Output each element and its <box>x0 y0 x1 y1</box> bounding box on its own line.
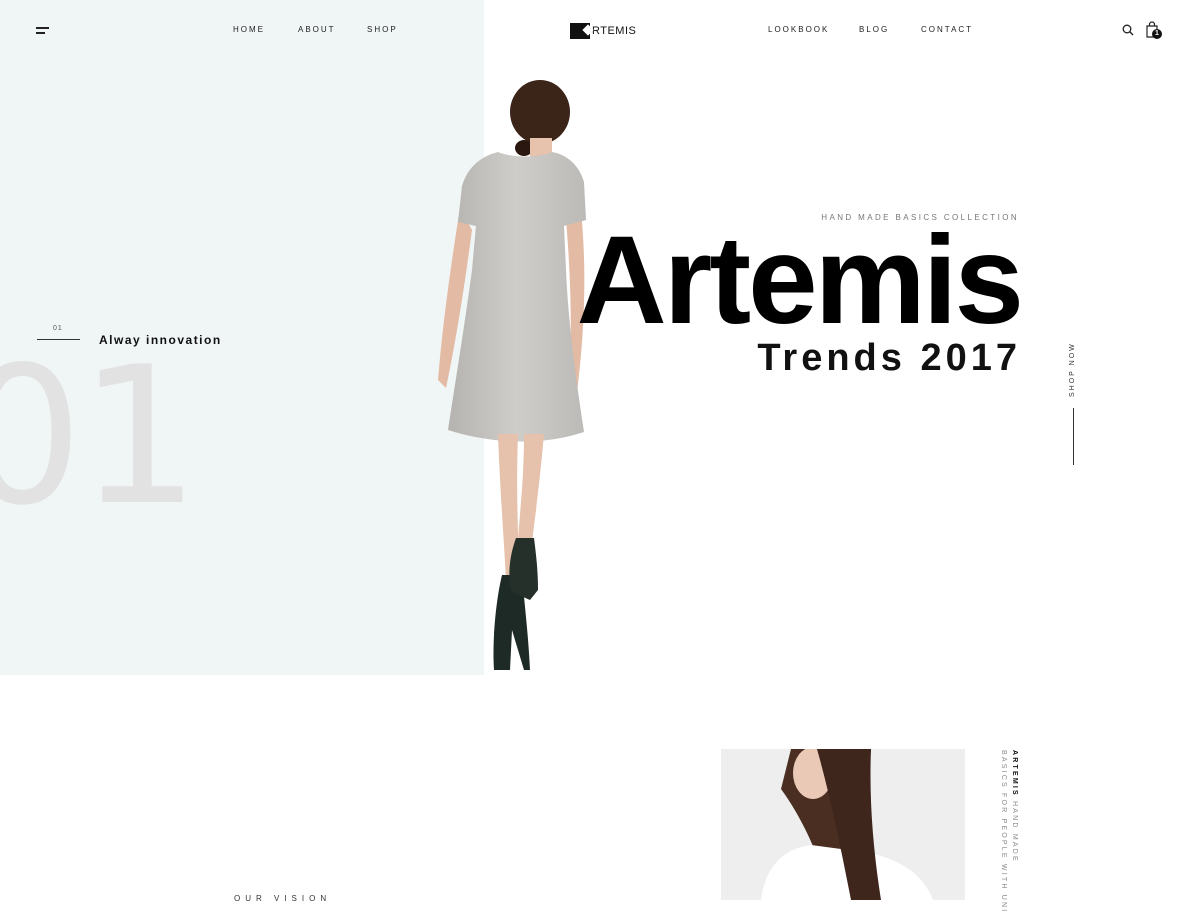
shop-now-line <box>1073 408 1074 465</box>
hamburger-menu-icon[interactable] <box>36 26 50 36</box>
slide-number-large: 01 <box>0 326 200 547</box>
our-vision-label: OUR VISION <box>234 894 332 903</box>
tagline-line1: HAND MADE <box>1011 796 1018 863</box>
search-icon[interactable] <box>1122 24 1134 36</box>
nav-shop[interactable]: SHOP <box>367 25 398 34</box>
vertical-tagline: ARTEMIS HAND MADE BASICS FOR PEOPLE WITH… <box>998 750 1020 913</box>
nav-blog[interactable]: BLOG <box>859 25 889 34</box>
tagline-line2: BASICS FOR PEOPLE WITH UNI <box>1000 750 1007 913</box>
nav-lookbook[interactable]: LOOKBOOK <box>768 25 829 34</box>
cart-count-badge: 1 <box>1152 29 1162 39</box>
vision-model-image <box>721 749 965 900</box>
logo-mark-icon <box>570 23 590 39</box>
hero-headline: Artemis <box>576 211 1024 350</box>
brand-logo[interactable]: RTEMIS <box>570 22 636 40</box>
nav-about[interactable]: ABOUT <box>298 25 336 34</box>
nav-home[interactable]: HOME <box>233 25 265 34</box>
hero-subheadline: Trends 2017 <box>757 337 1021 379</box>
tagline-brand: ARTEMIS <box>1011 750 1018 797</box>
nav-contact[interactable]: CONTACT <box>921 25 973 34</box>
shop-now-link[interactable]: SHOP NOW <box>1069 342 1076 397</box>
hero-model-image <box>438 80 586 670</box>
logo-text: RTEMIS <box>592 25 637 37</box>
